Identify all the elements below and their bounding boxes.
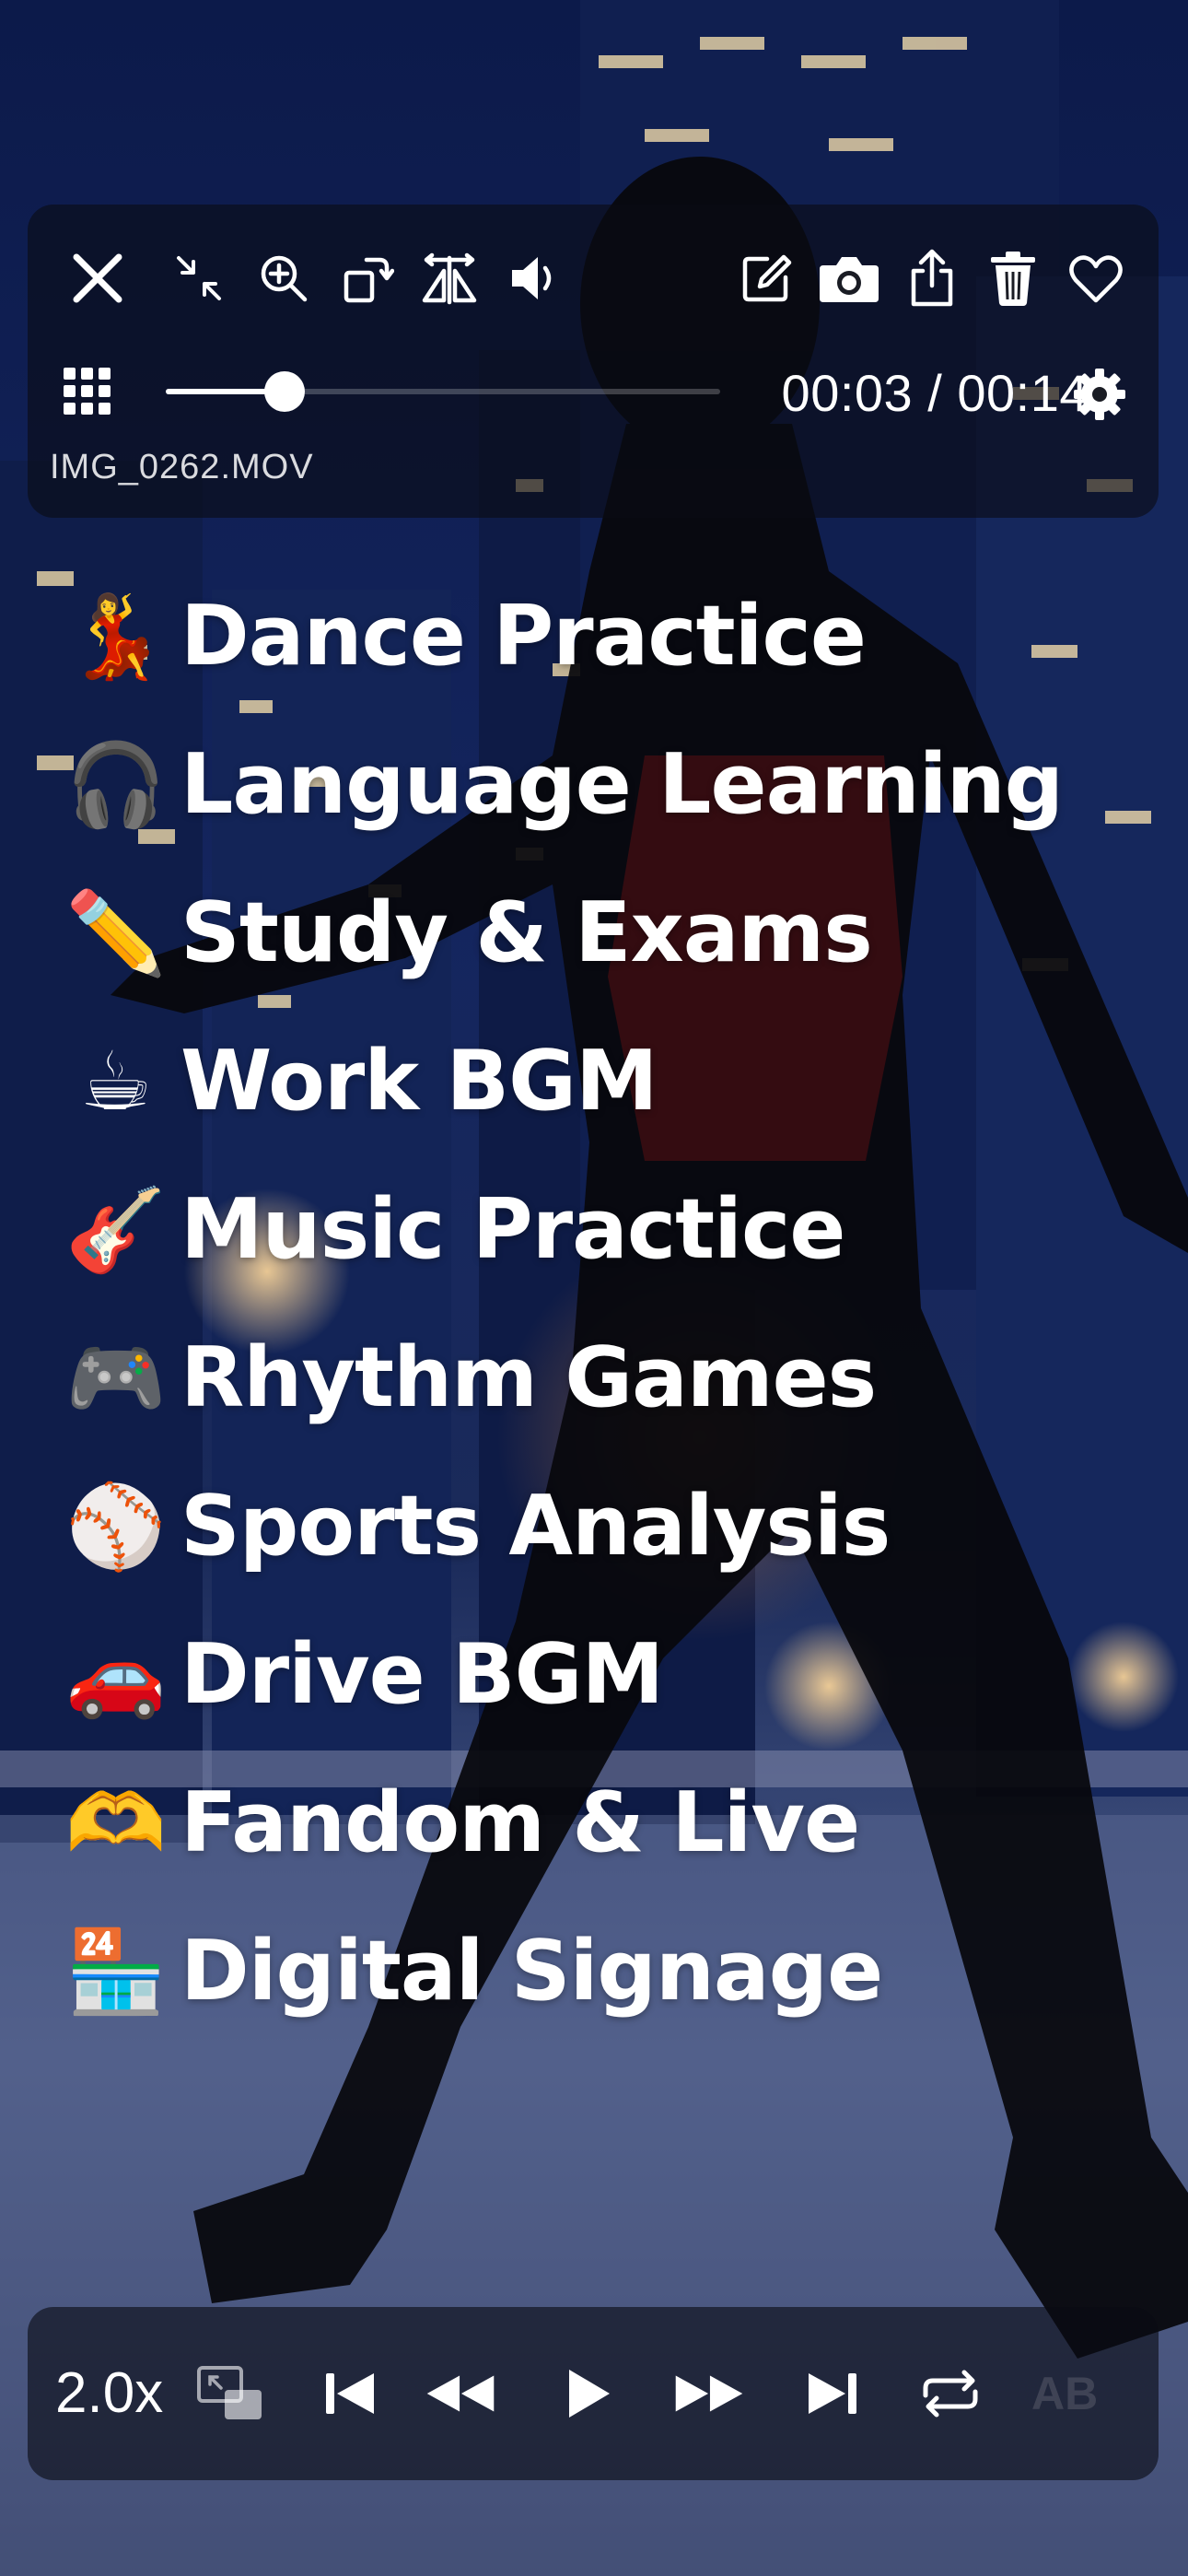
previous-button[interactable] [313,2357,387,2430]
feature-item: 🏪 Digital Signage [65,1897,1135,2045]
skip-previous-icon [326,2373,374,2414]
rewind-icon [426,2375,495,2412]
skip-next-icon [809,2373,856,2414]
rotate-icon [344,257,394,303]
feature-label: Drive BGM [181,1626,664,1723]
repeat-icon [923,2370,978,2418]
volume-button[interactable] [497,241,571,315]
grid-menu-button[interactable] [55,359,120,424]
feature-emoji-icon: 🎸 [65,1181,167,1277]
feature-item: 🎸 Music Practice [65,1155,1135,1304]
rotate-button[interactable] [330,241,403,315]
share-button[interactable] [895,241,969,315]
feature-item: ☕ Work BGM [66,1007,1135,1155]
close-button[interactable] [61,241,134,315]
playback-bar: 2.0x AB [28,2307,1159,2480]
feature-label: Fandom & Live [181,1774,860,1871]
zoom-button[interactable] [247,241,320,315]
edit-icon [742,254,792,302]
gear-icon [1074,369,1125,420]
feature-item: 💃 Dance Practice [65,562,1135,710]
feature-label: Language Learning [181,736,1064,833]
feature-item: 🎧 Language Learning [65,710,1135,859]
heart-icon [1069,255,1123,303]
feature-emoji-icon: 🫶 [65,1774,167,1870]
feature-item: 🚗 Drive BGM [65,1600,1135,1749]
delete-button[interactable] [976,241,1050,315]
feature-label: Dance Practice [181,588,867,685]
repeat-button[interactable] [914,2357,987,2430]
feature-label: Study & Exams [181,884,873,981]
feature-emoji-icon: 💃 [65,588,167,684]
share-icon [911,249,953,307]
feature-emoji-icon: 🚗 [65,1626,167,1722]
feature-emoji-icon: 🎮 [65,1329,167,1425]
seek-bar[interactable] [138,370,720,413]
feature-label: Sports Analysis [181,1478,891,1575]
pip-button[interactable] [193,2357,267,2430]
feature-emoji-icon: ⚾ [65,1478,167,1574]
feature-label: Music Practice [181,1181,845,1278]
zoom-in-icon [261,255,308,302]
playback-speed-button[interactable]: 2.0x [55,2360,163,2427]
rewind-button[interactable] [424,2357,497,2430]
fast-forward-button[interactable] [672,2357,746,2430]
time-display: 00:03 / 00:14 [781,364,1089,422]
shrink-icon [177,256,221,300]
volume-icon [512,257,552,299]
feature-emoji-icon: 🎧 [65,736,167,832]
feature-label: Rhythm Games [181,1329,877,1426]
feature-emoji-icon: ☕ [79,1033,153,1129]
file-name: IMG_0262.MOV [50,448,314,486]
feature-label: Digital Signage [181,1923,883,2020]
shrink-button[interactable] [162,241,236,315]
feature-item: ⚾ Sports Analysis [65,1452,1135,1600]
grid-icon [64,368,111,415]
favorite-button[interactable] [1059,241,1133,315]
feature-label: Work BGM [181,1033,658,1130]
trash-icon [991,252,1035,306]
flip-button[interactable] [413,241,486,315]
feature-item: ✏️ Study & Exams [65,859,1135,1007]
play-icon [569,2370,610,2418]
camera-icon [820,257,879,302]
fast-forward-icon [675,2375,743,2412]
picture-in-picture-icon [197,2366,262,2419]
feature-item: 🎮 Rhythm Games [65,1304,1135,1452]
edit-button[interactable] [729,241,803,315]
feature-emoji-icon: 🏪 [65,1923,167,2019]
snapshot-button[interactable] [812,241,886,315]
top-control-panel: 00:03 / 00:14 IMG_0262.MOV [28,205,1159,518]
feature-emoji-icon: ✏️ [65,884,167,980]
close-icon [73,253,122,303]
feature-item: 🫶 Fandom & Live [65,1749,1135,1897]
feature-list: 💃 Dance Practice 🎧 Language Learning ✏️ Study… [65,562,1135,2045]
next-button[interactable] [796,2357,869,2430]
play-button[interactable] [551,2357,624,2430]
flip-icon [422,252,477,305]
settings-button[interactable] [1063,357,1136,431]
seek-thumb[interactable] [263,371,305,412]
ab-repeat-button[interactable]: AB [1031,2360,1098,2427]
